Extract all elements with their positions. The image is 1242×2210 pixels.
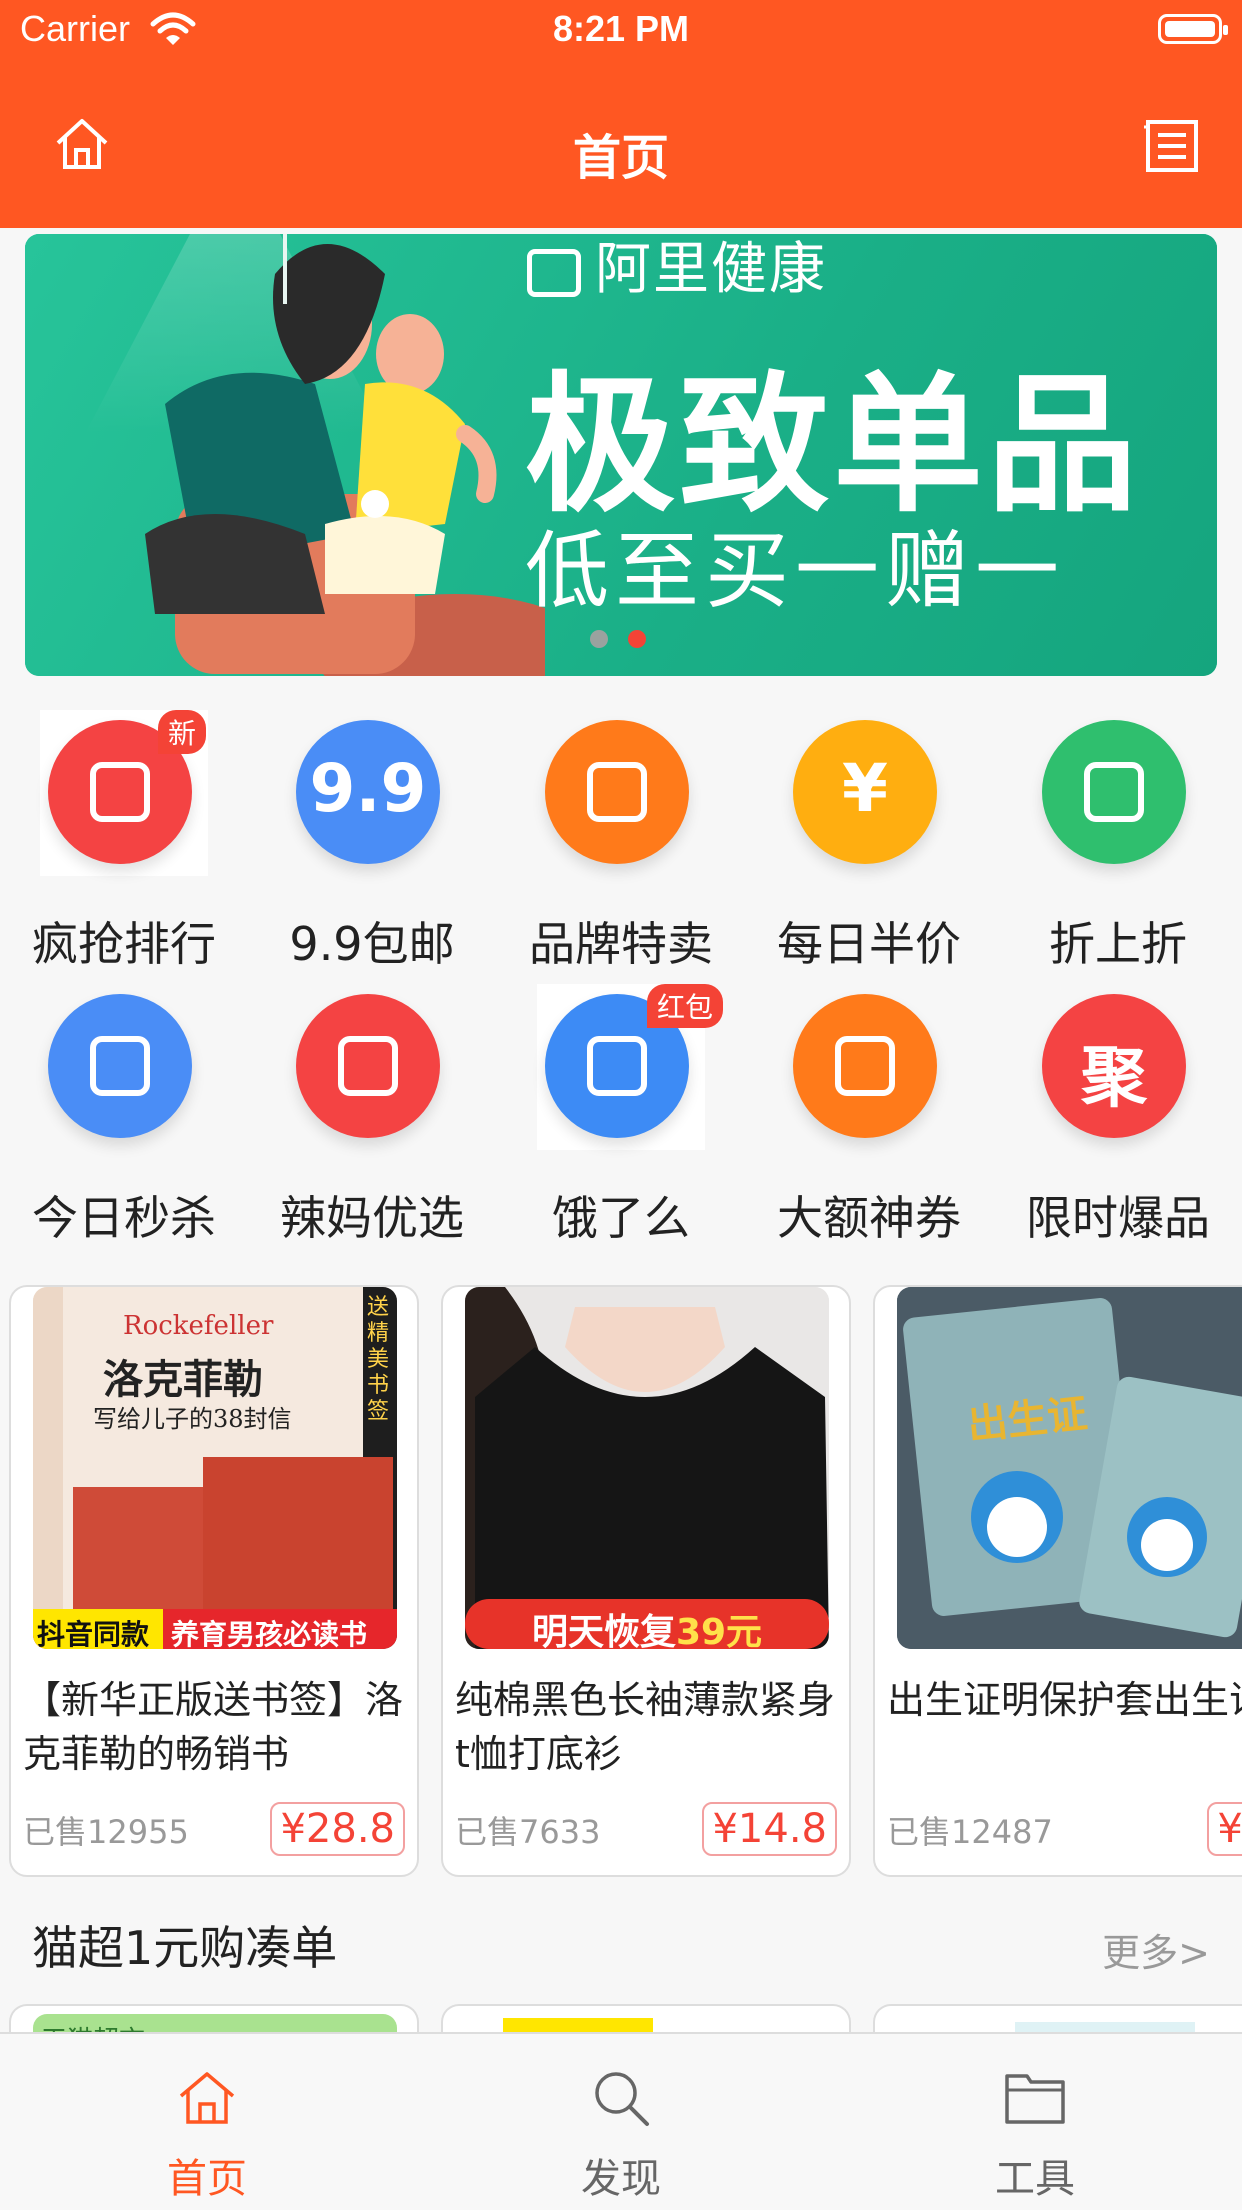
product-price: ¥5. xyxy=(1207,1802,1242,1856)
tab-bar: 首页 发现 工具 xyxy=(0,2032,1242,2210)
category-badge: 红包 xyxy=(647,984,724,1028)
category-label: 今日秒杀 xyxy=(32,1191,216,1245)
ali-health-logo xyxy=(527,248,581,297)
product-title: 出生证明保护套出生证套宝宝疫苗本 xyxy=(887,1678,1242,1722)
price-tag-icon xyxy=(1042,720,1186,864)
tab-home[interactable]: 首页 xyxy=(0,2034,414,2210)
category-item[interactable]: 聚限时爆品 xyxy=(994,984,1242,1254)
banner-page-indicator xyxy=(590,630,670,650)
product-image: 出生证 xyxy=(897,1287,1242,1649)
product-sold-count: 已售7633 xyxy=(455,1813,601,1851)
banner-brand: 阿里健康 xyxy=(527,234,827,305)
shirt-banner-text: 明天恢复 xyxy=(531,1612,676,1649)
book-banner-left: 抖音同款 xyxy=(37,1618,150,1649)
category-label: 每日半价 xyxy=(777,917,961,971)
tab-label: 发现 xyxy=(581,2156,661,2202)
category-label: 折上折 xyxy=(1049,917,1187,971)
book-cover-top: Rockefeller xyxy=(123,1311,274,1341)
product-title: 纯棉黑色长袖薄款紧身t恤打底衫 xyxy=(455,1678,836,1776)
category-item[interactable]: ¥ 每日半价 xyxy=(745,710,993,980)
more-link[interactable]: 更多> xyxy=(1102,1922,1210,1977)
product-sold-count: 已售12955 xyxy=(23,1813,189,1851)
category-label: 9.9包邮 xyxy=(289,917,455,971)
category-item[interactable]: 红包饿了么 xyxy=(497,984,745,1254)
black-shirt-illustration xyxy=(465,1287,829,1649)
tab-discover[interactable]: 发现 xyxy=(414,2034,828,2210)
list-icon[interactable] xyxy=(1144,118,1200,174)
brand-box-icon xyxy=(545,720,689,864)
category-item[interactable]: 辣妈优选 xyxy=(248,984,496,1254)
header: Carrier 8:21 PM 首页 xyxy=(0,0,1242,228)
product-price: ¥14.8 xyxy=(702,1802,837,1856)
section-title: 猫超1元购凑单 xyxy=(32,1921,338,1975)
category-label: 品牌特卖 xyxy=(529,917,713,971)
category-item[interactable]: 今日秒杀 xyxy=(0,984,248,1254)
product-card[interactable]: 出生证 出生证明保护套出生证套宝宝疫苗本 已售12487 ¥5. xyxy=(873,1285,1242,1877)
book-cover-illustration xyxy=(33,1287,397,1649)
category-label: 疯抢排行 xyxy=(32,917,216,971)
book-banner-right: 养育男孩必读书 xyxy=(171,1618,368,1649)
banner-brand-text: 阿里健康 xyxy=(595,237,827,302)
category-glyph: 聚 xyxy=(1081,1039,1147,1116)
nine-nine-icon: 9.9 xyxy=(296,720,440,864)
book-ribbon: 送精美书签 xyxy=(367,1295,390,1424)
category-item[interactable]: 品牌特卖 xyxy=(497,710,745,980)
product-card[interactable]: Rockefeller 洛克菲勒 写给儿子的38封信 送精美书签 抖音同款 养育… xyxy=(9,1285,419,1877)
book-cover-name: 洛克菲勒 xyxy=(103,1356,263,1403)
mother-child-illustration xyxy=(145,234,545,676)
page-title: 首页 xyxy=(572,130,669,186)
category-item[interactable]: 大额神券 xyxy=(745,984,993,1254)
page-dot xyxy=(590,630,608,648)
category-item[interactable]: 新疯抢排行 xyxy=(0,710,248,980)
home-icon xyxy=(179,2072,235,2124)
category-glyph: ¥ xyxy=(842,750,888,827)
category-label: 辣妈优选 xyxy=(280,1191,464,1245)
ju-icon: 聚 xyxy=(1042,994,1186,1138)
category-item[interactable]: 9.9 9.9包邮 xyxy=(248,710,496,980)
alarm-clock-icon xyxy=(48,994,192,1138)
category-badge: 新 xyxy=(158,710,207,754)
search-icon xyxy=(595,2072,649,2126)
certificate-cover-illustration xyxy=(897,1287,1242,1649)
product-image: 明天恢复39元 xyxy=(465,1287,829,1649)
status-bar: Carrier 8:21 PM xyxy=(0,0,1242,64)
product-price: ¥28.8 xyxy=(270,1802,405,1856)
promo-banner[interactable]: 阿里健康 极致单品 低至买一赠一 xyxy=(25,234,1217,676)
product-image: Rockefeller 洛克菲勒 写给儿子的38封信 送精美书签 抖音同款 养育… xyxy=(33,1287,397,1649)
category-item[interactable]: 折上折 xyxy=(994,710,1242,980)
tab-label: 工具 xyxy=(995,2156,1075,2202)
category-glyph: 9.9 xyxy=(309,750,427,827)
money-bag-icon: ¥ xyxy=(793,720,937,864)
tab-tools[interactable]: 工具 xyxy=(828,2034,1242,2210)
book-cover-sub: 写给儿子的38封信 xyxy=(93,1405,292,1433)
product-card[interactable]: 明天恢复39元 纯棉黑色长袖薄款紧身t恤打底衫 已售7633 ¥14.8 xyxy=(441,1285,851,1877)
category-label: 限时爆品 xyxy=(1026,1191,1210,1245)
tab-label: 首页 xyxy=(167,2156,247,2202)
product-sold-count: 已售12487 xyxy=(887,1813,1053,1851)
category-label: 大额神券 xyxy=(777,1191,961,1245)
clock: 8:21 PM xyxy=(552,8,690,49)
banner-subline: 低至买一赠一 xyxy=(525,522,1066,620)
page-dot-active xyxy=(628,630,646,648)
coupon-icon xyxy=(793,994,937,1138)
baby-bottle-icon xyxy=(296,994,440,1138)
category-label: 饿了么 xyxy=(552,1191,690,1245)
folder-icon xyxy=(1005,2074,1065,2124)
shirt-banner-price: 39元 xyxy=(675,1612,763,1649)
shirt-banner: 明天恢复39元 xyxy=(465,1603,829,1649)
battery-icon xyxy=(1158,14,1228,44)
product-title: 【新华正版送书签】洛克菲勒的畅销书 xyxy=(23,1678,404,1776)
